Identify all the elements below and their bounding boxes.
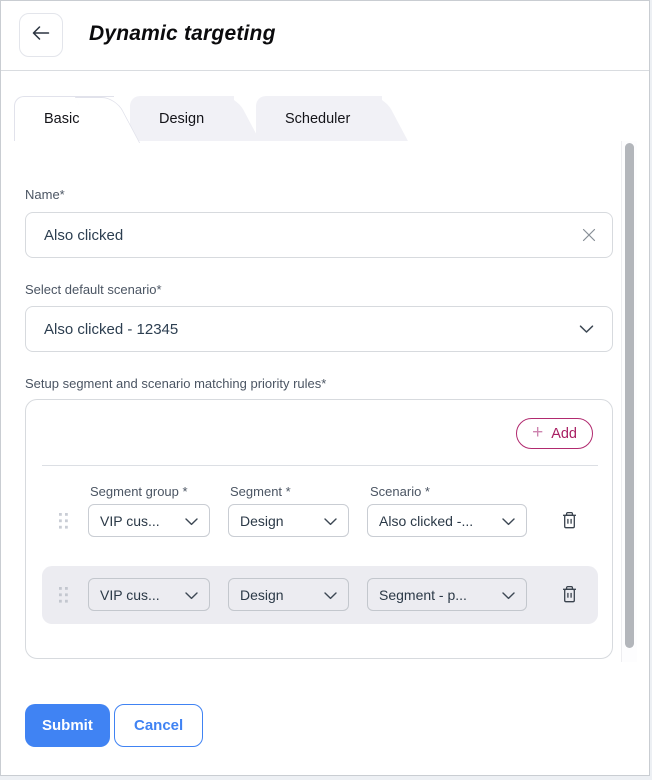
rules-label: Setup segment and scenario matching prio… (25, 376, 326, 391)
clear-x-icon[interactable] (582, 228, 596, 242)
segment-select[interactable]: Design (228, 578, 349, 611)
tab-scheduler[interactable]: Scheduler (256, 96, 382, 141)
tab-design-label: Design (159, 111, 204, 127)
header: Dynamic targeting (1, 1, 649, 71)
column-header-segment-group: Segment group * (90, 484, 188, 499)
tab-basic-label: Basic (44, 111, 79, 127)
column-header-scenario: Scenario * (370, 484, 430, 499)
chevron-down-icon (579, 321, 594, 338)
scenario-select[interactable]: Also clicked -... (367, 504, 527, 537)
chevron-down-icon (324, 513, 337, 529)
name-input-wrap (25, 212, 613, 258)
submit-button[interactable]: Submit (25, 704, 110, 747)
rules-panel: + Add Segment group * Segment * Scenario… (25, 399, 613, 659)
back-button[interactable] (19, 13, 63, 57)
drag-handle-icon[interactable] (59, 587, 68, 603)
chevron-down-icon (324, 587, 337, 603)
segment-group-value: VIP cus... (100, 587, 160, 603)
tab-basic[interactable]: Basic (14, 96, 114, 141)
column-header-segment: Segment * (230, 484, 291, 499)
panel-divider (42, 465, 598, 466)
segment-select[interactable]: Design (228, 504, 349, 537)
delete-rule-button[interactable] (556, 581, 582, 607)
chevron-down-icon (185, 587, 198, 603)
scenario-select[interactable]: Segment - p... (367, 578, 527, 611)
trash-icon (560, 510, 579, 530)
drag-handle-icon[interactable] (59, 513, 68, 529)
chevron-down-icon (502, 587, 515, 603)
add-rule-label: Add (551, 426, 577, 442)
plus-icon: + (532, 423, 543, 442)
segment-group-select[interactable]: VIP cus... (88, 504, 210, 537)
segment-value: Design (240, 587, 284, 603)
page-title: Dynamic targeting (89, 22, 276, 46)
tab-scheduler-label: Scheduler (285, 111, 350, 127)
delete-rule-button[interactable] (556, 507, 582, 533)
default-scenario-select[interactable]: Also clicked - 12345 (25, 306, 613, 352)
rule-row: VIP cus... Design Segment - p... (42, 566, 598, 624)
name-label: Name* (25, 187, 65, 202)
tab-bar: Basic Design Scheduler (14, 96, 382, 141)
segment-group-select[interactable]: VIP cus... (88, 578, 210, 611)
tab-design[interactable]: Design (130, 96, 234, 141)
chevron-down-icon (502, 513, 515, 529)
arrow-left-icon (32, 26, 50, 45)
scrollbar-thumb[interactable] (625, 143, 634, 648)
add-rule-button[interactable]: + Add (516, 418, 593, 449)
segment-group-value: VIP cus... (100, 513, 160, 529)
scenario-value: Also clicked -... (379, 513, 473, 529)
dynamic-targeting-dialog: Dynamic targeting Basic Design Scheduler… (0, 0, 650, 776)
chevron-down-icon (185, 513, 198, 529)
default-scenario-value: Also clicked - 12345 (44, 321, 178, 338)
default-scenario-label: Select default scenario* (25, 282, 162, 297)
segment-value: Design (240, 513, 284, 529)
name-input[interactable] (26, 213, 612, 257)
trash-icon (560, 584, 579, 604)
scenario-value: Segment - p... (379, 587, 467, 603)
cancel-button[interactable]: Cancel (114, 704, 203, 747)
